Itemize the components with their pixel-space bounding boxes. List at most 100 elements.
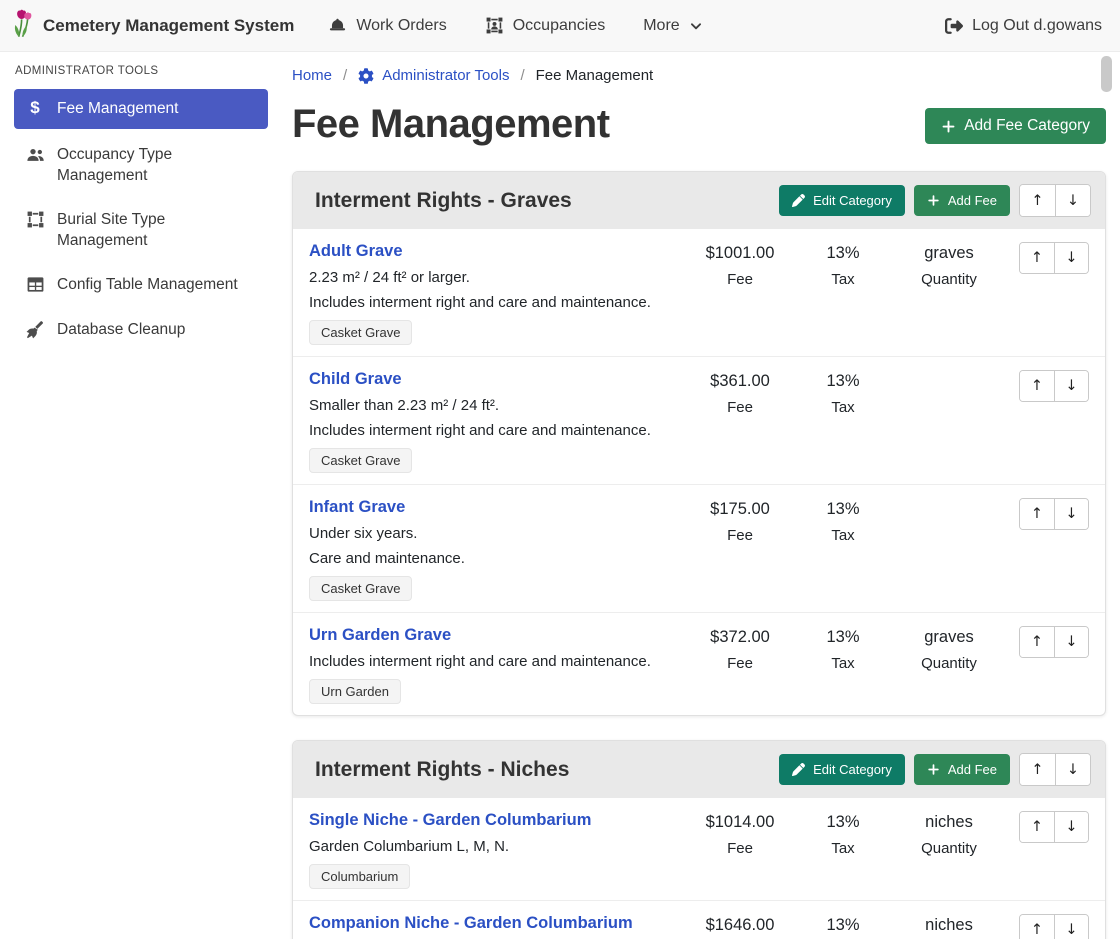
- fee-quantity-column: graves Quantity: [891, 242, 1007, 288]
- category-move-up-button[interactable]: ↑: [1020, 754, 1055, 785]
- fee-tax: 13%: [795, 500, 891, 519]
- fee-quantity-column: niches Quantity: [891, 811, 1007, 857]
- scrollbar-thumb[interactable]: [1101, 56, 1112, 92]
- fee-description: Under six years.: [309, 525, 677, 542]
- breadcrumb-admin-tools-link[interactable]: Administrator Tools: [358, 67, 509, 84]
- fee-category-card: Interment Rights - Graves Edit Category …: [292, 171, 1106, 716]
- arrow-down-icon: ↓: [1067, 762, 1079, 778]
- arrow-down-icon: ↓: [1065, 634, 1077, 650]
- fee-name-link[interactable]: Single Niche - Garden Columbarium: [309, 811, 591, 829]
- pencil-icon: [792, 194, 805, 207]
- nav-work-orders[interactable]: Work Orders: [328, 16, 446, 35]
- fee-quantity: graves: [891, 628, 1007, 647]
- category-title: Interment Rights - Graves: [307, 189, 779, 213]
- fee-move-down-button[interactable]: ↓: [1054, 627, 1088, 657]
- sidebar-item-database-cleanup[interactable]: Database Cleanup: [14, 312, 268, 348]
- fee-tax-label: Tax: [795, 271, 891, 288]
- add-fee-button[interactable]: Add Fee: [914, 754, 1010, 785]
- fee-name-link[interactable]: Infant Grave: [309, 498, 405, 516]
- sidebar-item-occupancy-type-management[interactable]: Occupancy Type Management: [14, 137, 268, 194]
- fee-name-link[interactable]: Child Grave: [309, 370, 402, 388]
- category-move-up-button[interactable]: ↑: [1020, 185, 1055, 216]
- fee-reorder-group: ↑ ↓: [1019, 626, 1089, 658]
- fee-row: Infant Grave Under six years. Care and m…: [293, 484, 1105, 612]
- fee-description: Includes interment right and care and ma…: [309, 653, 677, 670]
- fee-tax: 13%: [795, 628, 891, 647]
- sidebar-heading: ADMINISTRATOR TOOLS: [15, 65, 268, 77]
- fee-tag: Casket Grave: [309, 448, 412, 473]
- sidebar-item-label: Fee Management: [57, 99, 179, 119]
- fee-amount: $175.00: [685, 500, 795, 519]
- add-fee-button[interactable]: Add Fee: [914, 185, 1010, 216]
- fee-tag: Columbarium: [309, 864, 410, 889]
- fee-tag: Casket Grave: [309, 576, 412, 601]
- logout-label: Log Out d.gowans: [972, 17, 1102, 35]
- fee-name-link[interactable]: Urn Garden Grave: [309, 626, 451, 644]
- fee-amount-label: Fee: [685, 271, 795, 288]
- fee-move-down-button[interactable]: ↓: [1054, 371, 1088, 401]
- fee-tax: 13%: [795, 916, 891, 935]
- nav-occupancies-label: Occupancies: [513, 17, 606, 35]
- fee-move-down-button[interactable]: ↓: [1054, 915, 1088, 939]
- table-icon: [24, 275, 46, 294]
- category-header: Interment Rights - Graves Edit Category …: [293, 172, 1105, 229]
- nav-occupancies[interactable]: Occupancies: [485, 16, 606, 35]
- edit-category-button[interactable]: Edit Category: [779, 185, 905, 216]
- vector-square-icon: [24, 210, 46, 229]
- fee-description: 2.23 m² / 24 ft² or larger.: [309, 269, 677, 286]
- breadcrumb-home-link[interactable]: Home: [292, 67, 332, 84]
- fee-name-link[interactable]: Companion Niche - Garden Columbarium: [309, 914, 633, 932]
- fee-quantity-label: Quantity: [891, 271, 1007, 288]
- fee-tax: 13%: [795, 372, 891, 391]
- category-move-down-button[interactable]: ↓: [1055, 754, 1090, 785]
- fee-amount: $1001.00: [685, 244, 795, 263]
- category-move-down-button[interactable]: ↓: [1055, 185, 1090, 216]
- fee-amount-column: $1646.00 Fee: [685, 914, 795, 939]
- fee-tax-label: Tax: [795, 655, 891, 672]
- fee-move-up-button[interactable]: ↑: [1020, 243, 1054, 273]
- sidebar-item-burial-site-type-management[interactable]: Burial Site Type Management: [14, 202, 268, 259]
- logout-button[interactable]: Log Out d.gowans: [945, 17, 1102, 35]
- fee-category-card: Interment Rights - Niches Edit Category …: [292, 740, 1106, 939]
- fee-amount-label: Fee: [685, 655, 795, 672]
- sidebar-item-fee-management[interactable]: $ Fee Management: [14, 89, 268, 129]
- fee-quantity-label: Quantity: [891, 655, 1007, 672]
- category-header: Interment Rights - Niches Edit Category …: [293, 741, 1105, 798]
- add-fee-category-button[interactable]: Add Fee Category: [925, 108, 1106, 144]
- gear-icon: [358, 68, 374, 84]
- hard-hat-icon: [328, 16, 347, 35]
- breadcrumb: Home / Administrator Tools / Fee Managem…: [292, 65, 1106, 84]
- sidebar-item-label: Occupancy Type Management: [57, 145, 258, 186]
- fee-description: Care and maintenance.: [309, 550, 677, 567]
- fee-move-up-button[interactable]: ↑: [1020, 627, 1054, 657]
- fee-amount-label: Fee: [685, 527, 795, 544]
- fee-move-up-button[interactable]: ↑: [1020, 499, 1054, 529]
- fee-tag: Urn Garden: [309, 679, 401, 704]
- fee-move-down-button[interactable]: ↓: [1054, 812, 1088, 842]
- fee-amount-column: $361.00 Fee: [685, 370, 795, 416]
- fee-move-down-button[interactable]: ↓: [1054, 243, 1088, 273]
- fee-tax-label: Tax: [795, 399, 891, 416]
- nav-more[interactable]: More: [643, 17, 702, 35]
- sidebar-item-config-table-management[interactable]: Config Table Management: [14, 267, 268, 303]
- fee-quantity: graves: [891, 244, 1007, 263]
- fee-tax-column: 13% Tax: [795, 914, 891, 939]
- main-content: Home / Administrator Tools / Fee Managem…: [280, 52, 1120, 939]
- fee-amount-column: $1001.00 Fee: [685, 242, 795, 288]
- sidebar-item-label: Database Cleanup: [57, 320, 185, 340]
- arrow-down-icon: ↓: [1065, 378, 1077, 394]
- fee-move-up-button[interactable]: ↑: [1020, 812, 1054, 842]
- fee-name-link[interactable]: Adult Grave: [309, 242, 403, 260]
- sidebar-item-label: Burial Site Type Management: [57, 210, 258, 251]
- edit-category-button[interactable]: Edit Category: [779, 754, 905, 785]
- fee-move-up-button[interactable]: ↑: [1020, 915, 1054, 939]
- app-brand[interactable]: Cemetery Management System: [12, 8, 294, 43]
- plus-icon: [927, 763, 940, 776]
- fee-quantity-label: Quantity: [891, 840, 1007, 857]
- chevron-down-icon: [689, 19, 703, 33]
- fee-tax: 13%: [795, 813, 891, 832]
- arrow-up-icon: ↑: [1031, 819, 1043, 835]
- fee-move-down-button[interactable]: ↓: [1054, 499, 1088, 529]
- fee-move-up-button[interactable]: ↑: [1020, 371, 1054, 401]
- fee-amount-column: $372.00 Fee: [685, 626, 795, 672]
